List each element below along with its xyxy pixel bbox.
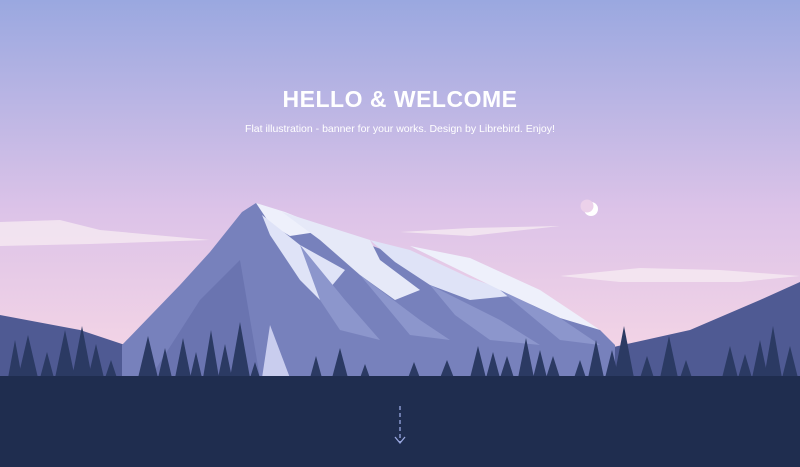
hero-subtitle: Flat illustration - banner for your work… (245, 123, 555, 135)
arrow-down-icon (394, 406, 406, 445)
hero-title: HELLO & WELCOME (282, 86, 518, 112)
scroll-down-button[interactable] (392, 404, 408, 448)
hero-section: HELLO & WELCOME Flat illustration - bann… (0, 86, 800, 135)
landscape-illustration (0, 0, 800, 467)
